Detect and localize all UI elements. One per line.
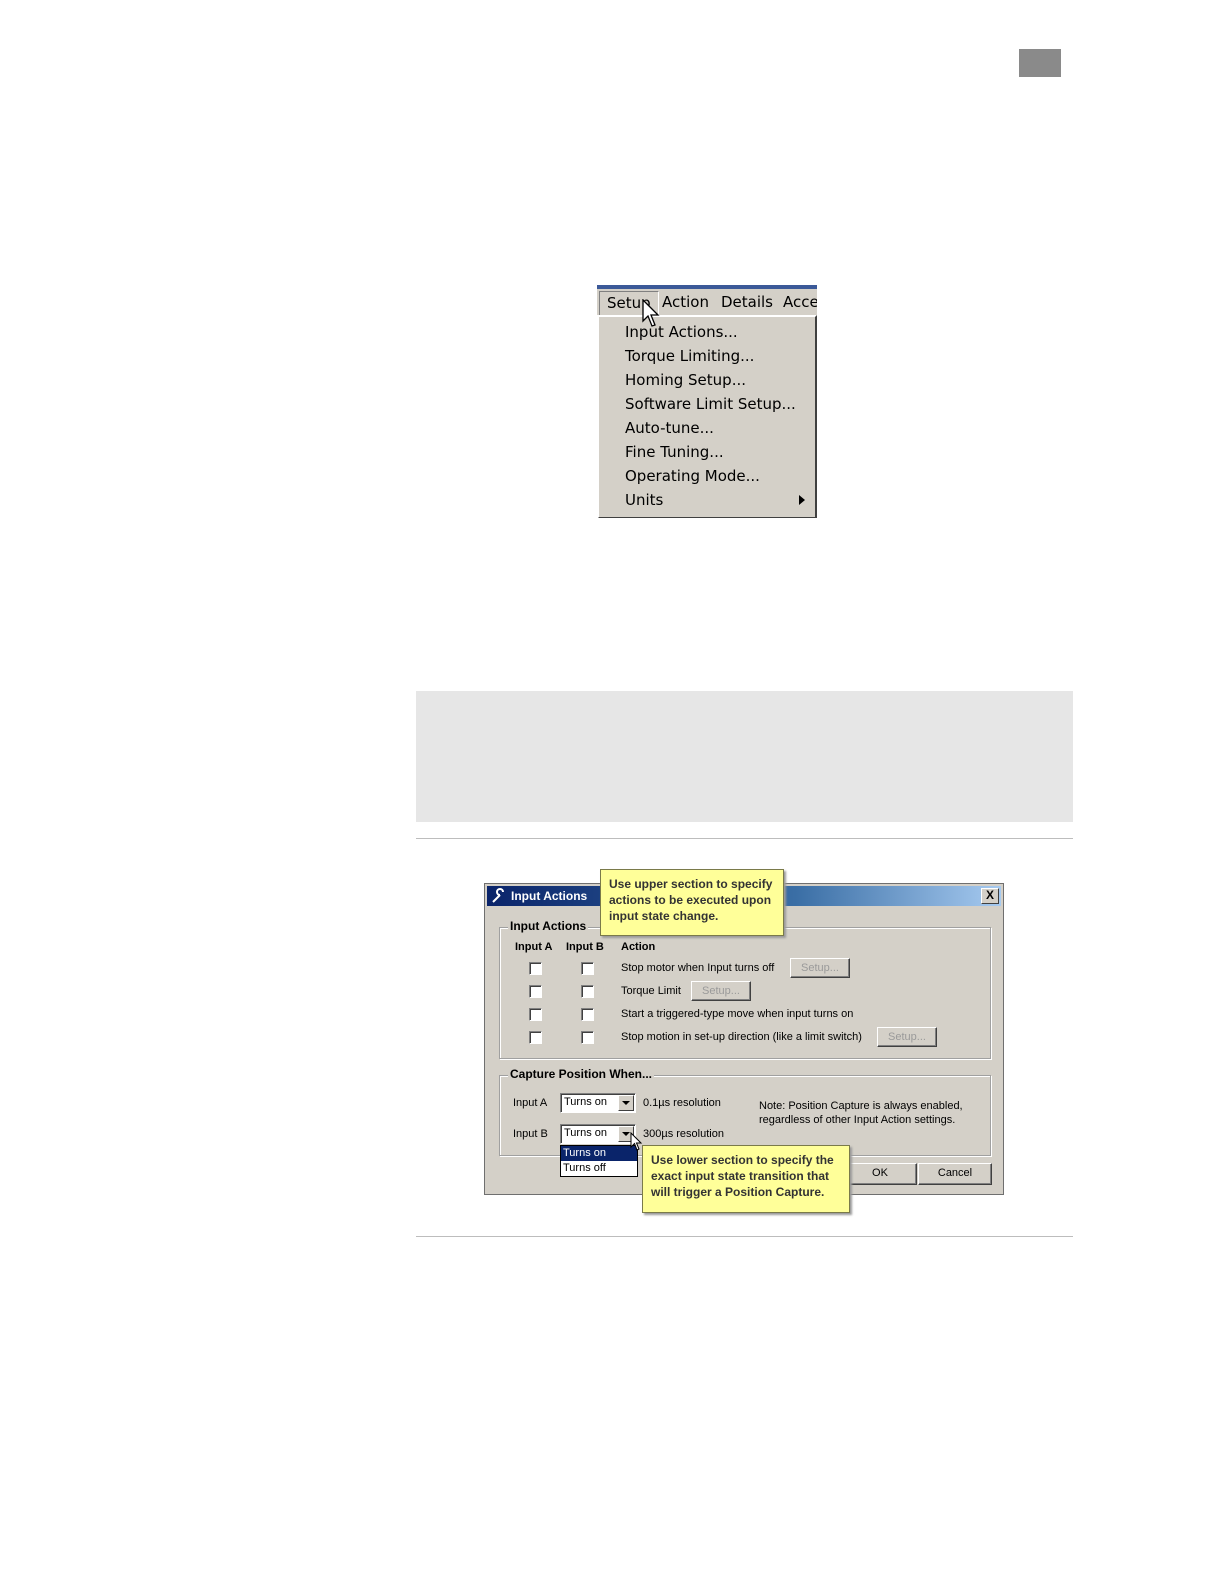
setup-button-stop-motion[interactable]: Setup... [877, 1027, 937, 1047]
menu-item-operating-mode[interactable]: Operating Mode... [625, 467, 760, 485]
input-a-resolution: 0.1µs resolution [643, 1097, 721, 1109]
menu-item-torque-limiting[interactable]: Torque Limiting... [625, 347, 754, 365]
menubar-accessories[interactable]: Acce [783, 293, 817, 311]
submenu-arrow-icon [799, 495, 805, 505]
setup-dropdown-menu: Input Actions... Torque Limiting... Homi… [597, 315, 817, 518]
dialog-title: Input Actions [511, 889, 588, 903]
capture-group-title: Capture Position When... [508, 1067, 655, 1081]
col-header-input-a: Input A [515, 941, 553, 953]
action-label-triggered-move: Start a triggered-type move when input t… [621, 1008, 854, 1020]
action-label-stop-motor: Stop motor when Input turns off [621, 962, 775, 974]
action-label-stop-motion: Stop motion in set-up direction (like a … [621, 1031, 862, 1043]
menu-item-units[interactable]: Units [625, 491, 663, 509]
cancel-button[interactable]: Cancel [918, 1163, 992, 1185]
capture-note-line2: regardless of other Input Action setting… [759, 1114, 956, 1126]
callout-lower-line2: exact input state transition that [651, 1169, 830, 1183]
input-b-select[interactable]: Turns on [560, 1124, 636, 1144]
callout-upper-line1: Use upper section to specify [609, 877, 773, 891]
callout-upper-line3: input state change. [609, 909, 719, 923]
option-turns-off[interactable]: Turns off [561, 1161, 637, 1176]
setup-button-stop-motor[interactable]: Setup... [790, 958, 850, 978]
menu-item-auto-tune[interactable]: Auto-tune... [625, 419, 714, 437]
callout-lower-line3: will trigger a Position Capture. [651, 1185, 825, 1199]
setup-button-torque-limit[interactable]: Setup... [691, 981, 751, 1001]
ok-button[interactable]: OK [843, 1163, 917, 1185]
capture-note-line1: Note: Position Capture is always enabled… [759, 1100, 963, 1112]
wrench-icon [492, 888, 504, 903]
mouse-cursor-icon [642, 299, 660, 327]
menu-item-software-limit-setup[interactable]: Software Limit Setup... [625, 395, 796, 413]
input-b-label: Input B [513, 1128, 548, 1140]
callout-upper-line2: actions to be executed upon [609, 893, 772, 907]
menubar: Setup Action Details Acce [597, 289, 817, 316]
menubar-details[interactable]: Details [721, 293, 773, 311]
input-a-label: Input A [513, 1097, 548, 1109]
col-header-action: Action [621, 941, 656, 953]
checkbox-row4-input-a[interactable] [529, 1031, 542, 1044]
figure-bottom-rule [416, 1236, 1073, 1237]
action-label-torque-limit: Torque Limit [621, 985, 681, 997]
option-turns-on[interactable]: Turns on [561, 1146, 637, 1161]
input-b-select-value: Turns on [564, 1127, 608, 1139]
input-a-select[interactable]: Turns on [560, 1093, 636, 1113]
checkbox-row1-input-b[interactable] [581, 962, 594, 975]
callout-lower-line1: Use lower section to specify the [651, 1153, 834, 1167]
figure-top-rule [416, 838, 1073, 839]
note-box [416, 691, 1073, 822]
chevron-down-icon[interactable] [618, 1095, 634, 1111]
checkbox-row3-input-b[interactable] [581, 1008, 594, 1021]
input-a-select-value: Turns on [564, 1096, 608, 1108]
checkbox-row2-input-a[interactable] [529, 985, 542, 998]
menubar-action[interactable]: Action [662, 293, 709, 311]
checkbox-row4-input-b[interactable] [581, 1031, 594, 1044]
input-b-dropdown-list: Turns on Turns off [560, 1145, 638, 1177]
checkbox-row2-input-b[interactable] [581, 985, 594, 998]
page-tab-marker [1019, 49, 1061, 77]
close-button[interactable]: X [981, 888, 999, 904]
checkbox-row1-input-a[interactable] [529, 962, 542, 975]
menu-item-fine-tuning[interactable]: Fine Tuning... [625, 443, 724, 461]
checkbox-row3-input-a[interactable] [529, 1008, 542, 1021]
col-header-input-b: Input B [566, 941, 604, 953]
input-actions-group-title: Input Actions [508, 919, 589, 933]
callout-upper: Use upper section to specify actions to … [600, 869, 784, 936]
input-b-resolution: 300µs resolution [643, 1128, 724, 1140]
setup-menu-screenshot: Setup Action Details Acce Input Actions.… [597, 285, 817, 518]
menu-item-homing-setup[interactable]: Homing Setup... [625, 371, 746, 389]
callout-lower: Use lower section to specify the exact i… [642, 1145, 850, 1213]
